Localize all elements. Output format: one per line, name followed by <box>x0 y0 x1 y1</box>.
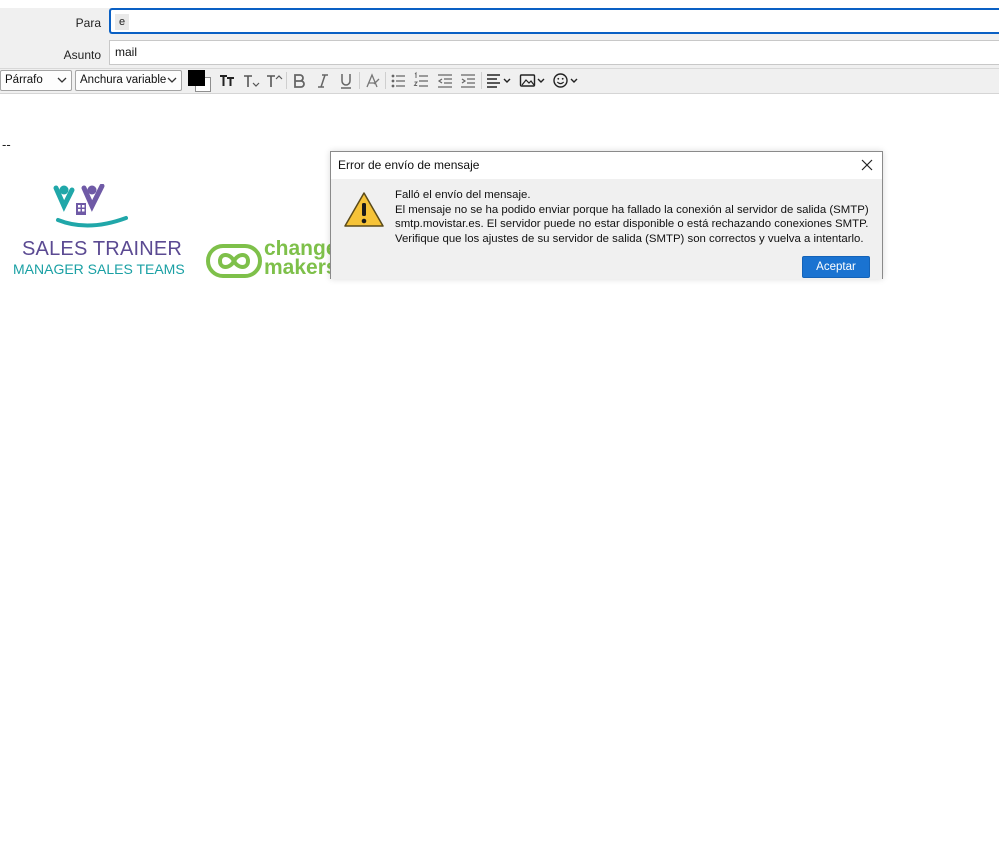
toolbar-divider <box>385 72 386 89</box>
align-icon[interactable] <box>486 70 513 91</box>
header-border <box>0 93 999 94</box>
insert-image-icon[interactable] <box>519 70 547 91</box>
toolbar-divider <box>359 72 360 89</box>
accept-button[interactable]: Aceptar <box>802 256 870 278</box>
close-icon[interactable] <box>858 156 876 174</box>
text-color-swatch[interactable] <box>188 70 205 86</box>
changemakers-text-line2: makers <box>264 256 336 279</box>
to-field[interactable]: e <box>109 8 999 34</box>
recipient-pill[interactable]: e <box>115 14 130 30</box>
sales-trainer-logo: SALES TRAINER MANAGER SALES TEAMS <box>10 184 185 280</box>
numbered-list-icon[interactable] <box>413 70 429 91</box>
subject-field[interactable]: mail <box>109 40 999 65</box>
warning-icon <box>344 192 384 227</box>
subject-label: Asunto <box>63 48 101 62</box>
sales-trainer-emblem-icon <box>53 184 128 228</box>
dialog-titlebar: Error de envío de mensaje <box>331 152 882 179</box>
increase-font-icon[interactable] <box>265 70 283 91</box>
font-family-select[interactable]: Anchura variable <box>75 70 182 91</box>
dialog-title: Error de envío de mensaje <box>338 158 480 172</box>
to-label: Para <box>75 16 101 30</box>
italic-icon[interactable] <box>315 70 331 91</box>
outdent-icon[interactable] <box>437 70 453 91</box>
paragraph-format-select[interactable]: Párrafo <box>0 70 72 91</box>
chevron-down-icon <box>57 77 67 83</box>
underline-icon[interactable] <box>338 70 354 91</box>
toolbar-separator <box>0 68 999 69</box>
compose-header: Para e Asunto mail Párrafo Anchura varia… <box>0 0 999 94</box>
clear-format-icon[interactable] <box>364 70 381 91</box>
signature-separator: -- <box>2 137 11 152</box>
decrease-font-icon[interactable] <box>242 70 260 91</box>
emoji-icon[interactable] <box>552 70 580 91</box>
header-top-strip <box>0 0 999 8</box>
dialog-message-line: smtp.movistar.es. El servidor puede no e… <box>395 218 869 231</box>
paragraph-format-value: Párrafo <box>5 74 43 86</box>
chevron-down-icon <box>167 77 177 83</box>
font-family-value: Anchura variable <box>80 74 167 86</box>
indent-icon[interactable] <box>460 70 476 91</box>
text-size-icon[interactable] <box>218 70 236 91</box>
manager-sales-teams-text: MANAGER SALES TEAMS <box>13 261 185 277</box>
dialog-message: Falló el envío del mensaje. El mensaje n… <box>395 188 869 246</box>
dialog-message-line: El mensaje no se ha podido enviar porque… <box>395 203 869 216</box>
bold-icon[interactable] <box>291 70 307 91</box>
toolbar-divider <box>286 72 287 89</box>
sales-trainer-text: SALES TRAINER <box>22 238 183 260</box>
infinity-logo-icon <box>206 244 262 278</box>
dialog-message-line: Verifique que los ajustes de su servidor… <box>395 232 864 245</box>
changemakers-logo: change makers <box>206 240 336 280</box>
bullet-list-icon[interactable] <box>390 70 406 91</box>
toolbar-divider <box>481 72 482 89</box>
dialog-message-line: Falló el envío del mensaje. <box>395 189 531 201</box>
send-error-dialog: Error de envío de mensaje Falló el envío… <box>330 151 883 279</box>
